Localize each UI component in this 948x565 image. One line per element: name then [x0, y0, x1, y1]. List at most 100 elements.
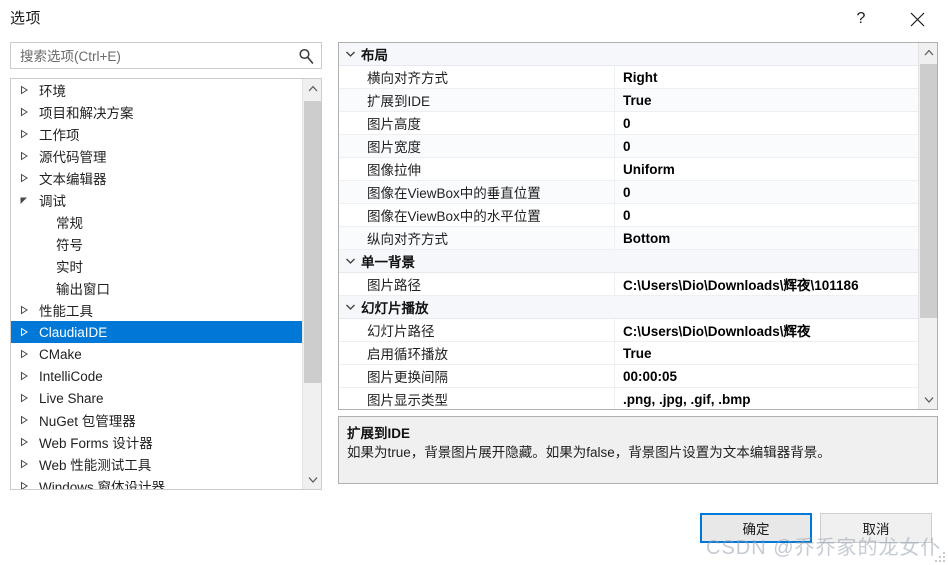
- property-row[interactable]: 纵向对齐方式 Bottom: [339, 227, 920, 250]
- property-value[interactable]: Bottom: [615, 227, 920, 249]
- triangle-right-icon[interactable]: [17, 173, 31, 183]
- sidebar-item-8[interactable]: 实时: [11, 255, 302, 277]
- property-row[interactable]: 幻灯片路径 C:\Users\Dio\Downloads\辉夜: [339, 319, 920, 342]
- sidebar-item-10[interactable]: 性能工具: [11, 299, 302, 321]
- sidebar-item-9[interactable]: 输出窗口: [11, 277, 302, 299]
- sidebar-item-0[interactable]: 环境: [11, 79, 302, 101]
- sidebar-item-label: 性能工具: [39, 304, 93, 319]
- tree-list[interactable]: 环境 项目和解决方案 工作项 源代码管理文本编辑器调试常规符号 实时输出窗口性能工具 Cl…: [11, 79, 302, 489]
- property-grid-scrollbar[interactable]: [918, 43, 937, 409]
- grid-scroll-thumb[interactable]: [920, 64, 937, 318]
- property-grid: 布局 横向对齐方式 Right 扩展到IDE True 图片高度 0 图片宽度 0 图像拉伸 Uni…: [338, 42, 938, 410]
- tree-scrollbar[interactable]: [302, 79, 321, 489]
- property-row[interactable]: 启用循环播放 True: [339, 342, 920, 365]
- chevron-down-icon[interactable]: [339, 303, 361, 311]
- property-grid-rows[interactable]: 布局 横向对齐方式 Right 扩展到IDE True 图片高度 0 图片宽度 0 图像拉伸 Uni…: [339, 43, 920, 409]
- search-box[interactable]: [10, 42, 322, 69]
- property-row[interactable]: 图像在ViewBox中的水平位置 0: [339, 204, 920, 227]
- sidebar-item-17[interactable]: Web 性能测试工具: [11, 453, 302, 475]
- triangle-right-icon[interactable]: [17, 129, 31, 139]
- triangle-right-icon[interactable]: [17, 415, 31, 425]
- chevron-down-icon: [308, 477, 317, 483]
- property-row[interactable]: 图像拉伸 Uniform: [339, 158, 920, 181]
- sidebar-item-12[interactable]: CMake: [11, 343, 302, 365]
- property-category-label: 布局: [361, 48, 388, 63]
- property-value[interactable]: True: [615, 342, 920, 364]
- sidebar-item-15[interactable]: NuGet 包管理器: [11, 409, 302, 431]
- property-value[interactable]: 0: [615, 112, 920, 134]
- property-name: 图片高度: [339, 112, 615, 134]
- triangle-right-icon[interactable]: [17, 305, 31, 315]
- sidebar-item-14[interactable]: Live Share: [11, 387, 302, 409]
- sidebar-item-label: 文本编辑器: [39, 172, 107, 187]
- tree-scroll-thumb[interactable]: [304, 101, 321, 383]
- property-row[interactable]: 扩展到IDE True: [339, 89, 920, 112]
- tree-scroll-up-button[interactable]: [303, 79, 321, 98]
- chevron-down-icon[interactable]: [339, 50, 361, 58]
- sidebar-item-label: CMake: [39, 346, 82, 362]
- close-button[interactable]: [894, 0, 940, 38]
- property-value[interactable]: Uniform: [615, 158, 920, 180]
- sidebar-item-7[interactable]: 符号: [11, 233, 302, 255]
- property-value[interactable]: True: [615, 89, 920, 111]
- property-value[interactable]: C:\Users\Dio\Downloads\辉夜\101186: [615, 273, 920, 295]
- property-category-header[interactable]: 幻灯片播放: [339, 296, 920, 319]
- property-name: 启用循环播放: [339, 342, 615, 364]
- triangle-right-icon[interactable]: [17, 151, 31, 161]
- property-row[interactable]: 图片更换间隔 00:00:05: [339, 365, 920, 388]
- property-row[interactable]: 图片路径 C:\Users\Dio\Downloads\辉夜\101186: [339, 273, 920, 296]
- property-row[interactable]: 图片宽度 0: [339, 135, 920, 158]
- sidebar-item-label: 输出窗口: [56, 282, 110, 297]
- sidebar-item-11[interactable]: ClaudiaIDE: [11, 321, 302, 343]
- triangle-right-icon[interactable]: [17, 349, 31, 359]
- property-value[interactable]: 0: [615, 181, 920, 203]
- triangle-right-icon[interactable]: [17, 85, 31, 95]
- triangle-right-icon[interactable]: [17, 437, 31, 447]
- sidebar-item-6[interactable]: 常规: [11, 211, 302, 233]
- sidebar-item-18[interactable]: Windows 窗体设计器: [11, 475, 302, 489]
- sidebar-item-5[interactable]: 调试: [11, 189, 302, 211]
- sidebar-item-16[interactable]: Web Forms 设计器: [11, 431, 302, 453]
- triangle-right-icon[interactable]: [17, 459, 31, 469]
- sidebar-item-4[interactable]: 文本编辑器: [11, 167, 302, 189]
- close-icon: [910, 12, 924, 26]
- triangle-right-icon[interactable]: [17, 481, 31, 489]
- property-value[interactable]: 0: [615, 135, 920, 157]
- property-value[interactable]: Right: [615, 66, 920, 88]
- sidebar-item-13[interactable]: IntelliCode: [11, 365, 302, 387]
- search-icon[interactable]: [297, 47, 315, 65]
- triangle-right-icon[interactable]: [17, 327, 31, 337]
- search-input[interactable]: [18, 46, 288, 66]
- property-row[interactable]: 图片高度 0: [339, 112, 920, 135]
- property-value[interactable]: C:\Users\Dio\Downloads\辉夜: [615, 319, 920, 341]
- property-row[interactable]: 图像在ViewBox中的垂直位置 0: [339, 181, 920, 204]
- property-value[interactable]: 0: [615, 204, 920, 226]
- property-category-header[interactable]: 布局: [339, 43, 920, 66]
- ok-button[interactable]: 确定: [700, 513, 812, 543]
- triangle-right-icon[interactable]: [17, 107, 31, 117]
- property-value[interactable]: .png, .jpg, .gif, .bmp: [615, 388, 920, 409]
- property-category-header[interactable]: 单一背景: [339, 250, 920, 273]
- cancel-button[interactable]: 取消: [820, 513, 932, 543]
- property-value[interactable]: 00:00:05: [615, 365, 920, 387]
- sidebar-item-label: Web Forms 设计器: [39, 436, 153, 451]
- tree-scroll-down-button[interactable]: [303, 470, 321, 489]
- triangle-right-icon[interactable]: [17, 371, 31, 381]
- help-button[interactable]: ?: [838, 0, 884, 38]
- description-title: 扩展到IDE: [347, 426, 411, 441]
- sidebar-item-3[interactable]: 源代码管理: [11, 145, 302, 167]
- sidebar-item-label: 常规: [56, 216, 83, 231]
- property-name: 扩展到IDE: [339, 89, 615, 111]
- property-row[interactable]: 横向对齐方式 Right: [339, 66, 920, 89]
- grid-scroll-down-button[interactable]: [919, 390, 937, 409]
- chevron-down-icon[interactable]: [339, 257, 361, 265]
- property-row[interactable]: 图片显示类型 .png, .jpg, .gif, .bmp: [339, 388, 920, 409]
- sidebar-item-1[interactable]: 项目和解决方案: [11, 101, 302, 123]
- triangle-right-icon[interactable]: [17, 393, 31, 403]
- resize-grip[interactable]: [935, 552, 945, 562]
- chevron-up-icon: [308, 85, 317, 92]
- grid-scroll-up-button[interactable]: [919, 43, 937, 62]
- sidebar-item-2[interactable]: 工作项: [11, 123, 302, 145]
- cancel-button-label: 取消: [862, 522, 890, 537]
- triangle-down-icon[interactable]: [17, 195, 31, 205]
